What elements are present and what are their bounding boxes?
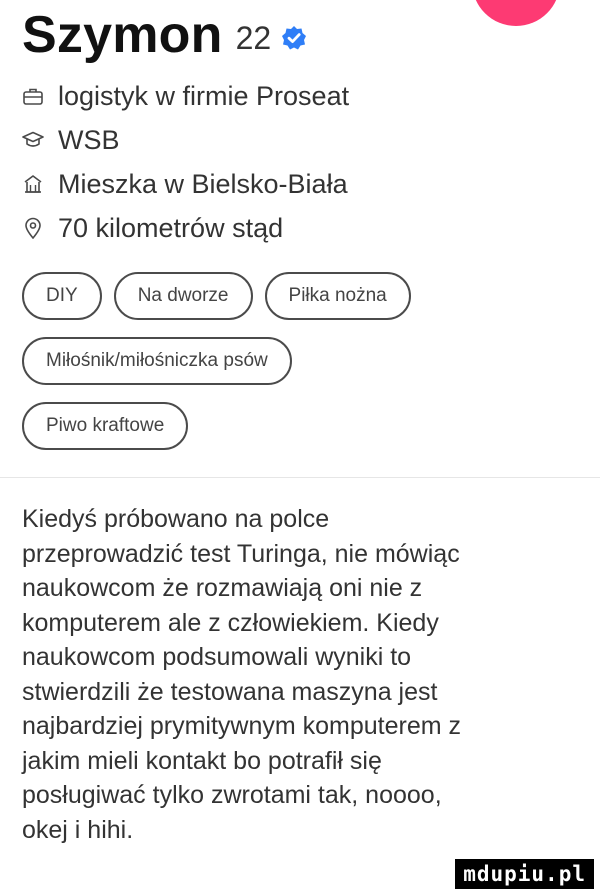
interest-tag-football[interactable]: Piłka nożna: [264, 272, 411, 320]
info-row-job: logistyk w firmie Proseat: [22, 74, 349, 118]
profile-age: 22: [235, 19, 272, 56]
profile-screen: Szymon 22 logistyk w firmie Proseat WSB …: [0, 0, 600, 893]
briefcase-icon: [22, 85, 44, 107]
profile-info-list: logistyk w firmie Proseat WSB Mieszka w …: [22, 74, 349, 250]
profile-header: Szymon 22: [22, 0, 307, 70]
graduation-cap-icon: [22, 129, 44, 151]
distance-text: 70 kilometrów stąd: [58, 212, 284, 243]
profile-bio: Kiedyś próbowano na polce przeprowadzić …: [22, 505, 462, 844]
interest-tag-diy[interactable]: DIY: [22, 272, 102, 320]
verified-badge-icon: [281, 25, 307, 51]
interest-tag-outdoors[interactable]: Na dworze: [113, 272, 253, 320]
info-row-school: WSB: [22, 118, 349, 162]
section-divider: [0, 477, 600, 478]
interests-row: DIY Na dworze Piłka nożna: [22, 272, 582, 320]
interest-tag-dog-lover[interactable]: Miłośnik/miłośniczka psów: [22, 337, 292, 385]
job-text: logistyk w firmie Proseat: [58, 80, 350, 111]
interests-row: Miłośnik/miłośniczka psów: [22, 337, 582, 385]
location-pin-icon: [22, 217, 44, 239]
watermark-logo: mdupiu.pl: [455, 859, 594, 889]
residence-text: Mieszka w Bielsko-Biała: [58, 168, 348, 199]
home-icon: [22, 173, 44, 195]
interests-row: Piwo kraftowe: [22, 402, 582, 450]
profile-name: Szymon: [22, 6, 223, 64]
interest-tag-craft-beer[interactable]: Piwo kraftowe: [22, 402, 189, 450]
interests-section: DIY Na dworze Piłka nożna Miłośnik/miłoś…: [22, 272, 582, 467]
info-row-distance: 70 kilometrów stąd: [22, 206, 349, 250]
info-row-residence: Mieszka w Bielsko-Biała: [22, 162, 349, 206]
school-text: WSB: [58, 124, 120, 155]
action-button-edge[interactable]: [472, 0, 560, 26]
